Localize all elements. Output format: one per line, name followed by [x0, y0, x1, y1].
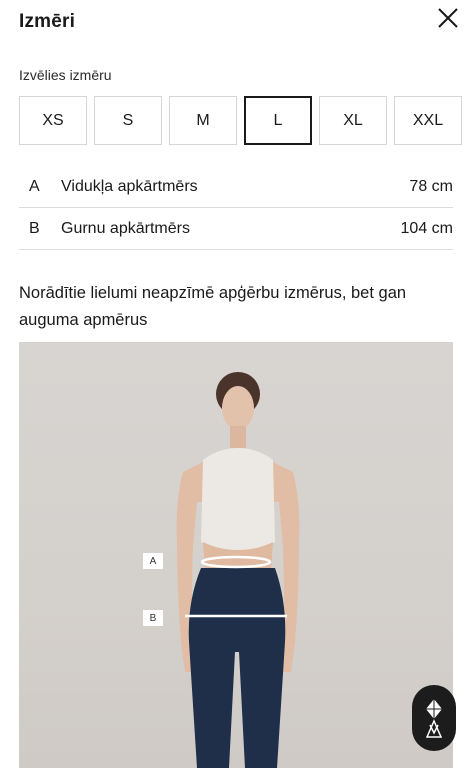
model-illustration [176, 372, 300, 768]
marker-a: A [143, 553, 163, 569]
body-measurement-figure: A B [19, 342, 453, 768]
size-picker: XS S M L XL XXL [19, 96, 463, 145]
measurement-letter: B [29, 219, 40, 237]
diamond-logo-icon [425, 699, 443, 738]
modal-title: Izmēri [19, 11, 76, 32]
size-option-s[interactable]: S [94, 96, 162, 145]
chat-widget-button[interactable] [412, 685, 456, 751]
measurement-row-hips: B Gurnu apkārtmērs 104 cm [19, 208, 453, 250]
size-option-xs[interactable]: XS [19, 96, 87, 145]
measurement-row-waist: A Vidukļa apkārtmērs 78 cm [19, 166, 453, 208]
measurement-value: 104 cm [400, 219, 453, 237]
size-option-m[interactable]: M [169, 96, 237, 145]
marker-b: B [143, 610, 163, 626]
measurement-list: A Vidukļa apkārtmērs 78 cm B Gurnu apkār… [19, 166, 453, 250]
measurement-name: Vidukļa apkārtmērs [61, 177, 198, 195]
size-option-l[interactable]: L [244, 96, 312, 145]
measurement-note: Norādītie lielumi neapzīmē apģērbu izmēr… [19, 284, 407, 329]
size-picker-label: Izvēlies izmēru [19, 67, 112, 83]
modal-header: Izmēri [0, 0, 472, 48]
measurement-value: 78 cm [409, 177, 453, 195]
measurement-letter: A [29, 177, 40, 195]
measurement-name: Gurnu apkārtmērs [61, 219, 190, 237]
close-icon[interactable] [434, 4, 462, 32]
size-option-xxl[interactable]: XXL [394, 96, 462, 145]
size-option-xl[interactable]: XL [319, 96, 387, 145]
